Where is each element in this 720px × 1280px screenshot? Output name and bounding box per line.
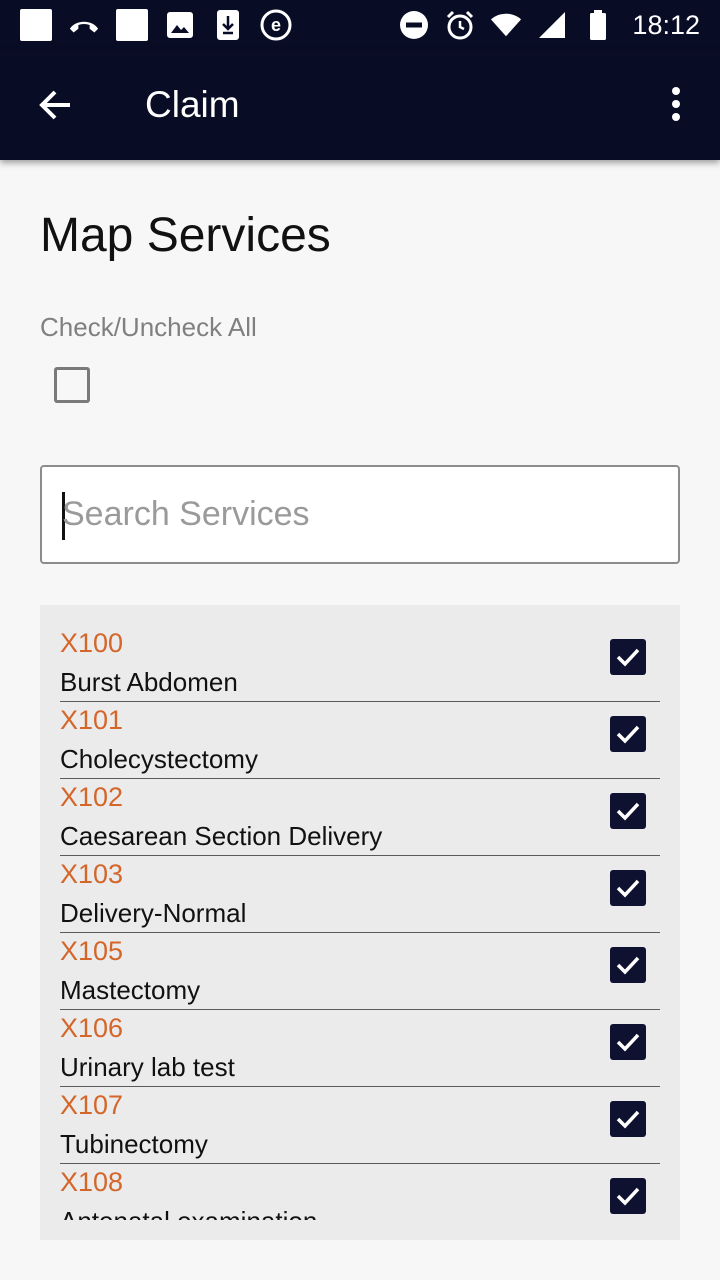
service-name: Antenatal examination: [60, 1206, 317, 1220]
service-name: Burst Abdomen: [60, 667, 238, 697]
service-code: X108: [60, 1167, 124, 1197]
wifi-icon: [490, 9, 522, 41]
service-list-item[interactable]: X101 Cholecystectomy: [60, 702, 660, 779]
e-app-icon: e: [260, 9, 292, 41]
service-code: X100: [60, 628, 124, 658]
services-list[interactable]: X100 Burst Abdomen X101 Cholecystectomy X102…: [40, 605, 680, 1240]
notification-square-icon: [116, 9, 148, 41]
service-checkbox[interactable]: [610, 1024, 646, 1060]
service-code: X103: [60, 859, 124, 889]
page-title: Map Services: [40, 209, 331, 262]
service-checkbox[interactable]: [610, 793, 646, 829]
services-list-inner: X100 Burst Abdomen X101 Cholecystectomy X102…: [60, 625, 660, 1220]
service-name: Cholecystectomy: [60, 744, 258, 774]
check-all-label: Check/Uncheck All: [40, 312, 257, 342]
service-list-item[interactable]: X107 Tubinectomy: [60, 1087, 660, 1164]
checkmark-icon: [616, 1187, 640, 1206]
service-checkbox[interactable]: [610, 1178, 646, 1214]
service-name: Tubinectomy: [60, 1129, 208, 1159]
service-code: X106: [60, 1013, 124, 1043]
checkmark-icon: [616, 1033, 640, 1052]
service-list-item[interactable]: X105 Mastectomy: [60, 933, 660, 1010]
status-bar: e 18:12: [0, 0, 720, 50]
notification-square-icon: [20, 9, 52, 41]
service-name: Mastectomy: [60, 975, 201, 1005]
service-checkbox[interactable]: [610, 947, 646, 983]
search-input[interactable]: [62, 467, 662, 562]
service-code: X102: [60, 782, 124, 812]
checkmark-icon: [616, 648, 640, 667]
checkmark-icon: [616, 879, 640, 898]
missed-call-icon: [68, 9, 100, 41]
service-code: X107: [60, 1090, 124, 1120]
service-code: X101: [60, 705, 124, 735]
checkmark-icon: [616, 1110, 640, 1129]
checkmark-icon: [616, 956, 640, 975]
service-list-item[interactable]: X108 Antenatal examination: [60, 1164, 660, 1220]
app-bar-title: Claim: [145, 84, 240, 125]
search-field[interactable]: [40, 465, 680, 564]
service-checkbox[interactable]: [610, 716, 646, 752]
app-bar: Claim: [0, 50, 720, 160]
more-vert-icon[interactable]: [664, 85, 688, 125]
do-not-disturb-icon: [398, 9, 430, 41]
status-time: 18:12: [632, 9, 700, 40]
svg-text:e: e: [271, 15, 281, 35]
service-checkbox[interactable]: [610, 639, 646, 675]
battery-icon: [582, 9, 614, 41]
alarm-icon: [444, 9, 476, 41]
service-checkbox[interactable]: [610, 1101, 646, 1137]
service-name: Caesarean Section Delivery: [60, 821, 383, 851]
service-code: X105: [60, 936, 124, 966]
checkmark-icon: [616, 725, 640, 744]
service-name: Delivery-Normal: [60, 898, 247, 928]
service-name: Urinary lab test: [60, 1052, 235, 1082]
image-icon: [164, 9, 196, 41]
service-list-item[interactable]: X106 Urinary lab test: [60, 1010, 660, 1087]
check-all-checkbox[interactable]: [54, 367, 90, 403]
service-checkbox[interactable]: [610, 870, 646, 906]
service-list-item[interactable]: X103 Delivery-Normal: [60, 856, 660, 933]
download-icon: [212, 9, 244, 41]
service-list-item[interactable]: X100 Burst Abdomen: [60, 625, 660, 702]
checkmark-icon: [616, 802, 640, 821]
service-list-item[interactable]: X102 Caesarean Section Delivery: [60, 779, 660, 856]
arrow-back-icon[interactable]: [36, 85, 76, 125]
cell-signal-icon: [536, 9, 568, 41]
